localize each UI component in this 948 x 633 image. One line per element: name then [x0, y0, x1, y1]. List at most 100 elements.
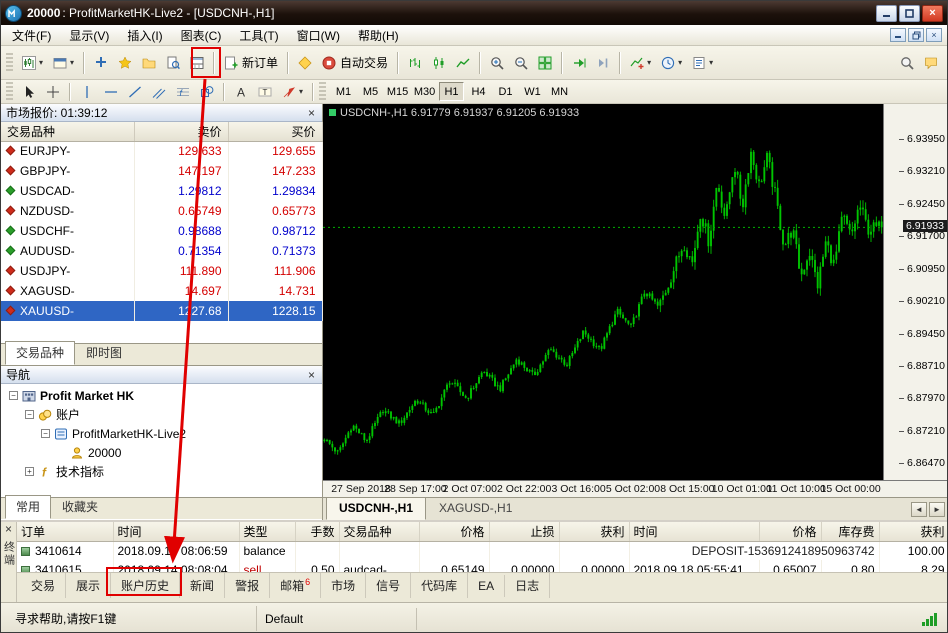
market-watch-row[interactable]: AUDUSD-0.713540.71373	[1, 241, 322, 261]
collapse-minus-icon[interactable]: −	[9, 391, 18, 400]
navigator-close-icon[interactable]: ×	[306, 369, 317, 381]
timeframe-d1-button[interactable]: D1	[493, 82, 518, 101]
market-watch-tab-交易品种[interactable]: 交易品种	[5, 341, 75, 365]
market-watch-row[interactable]: USDJPY-111.890111.906	[1, 261, 322, 281]
market-watch-column-header[interactable]: 交易品种	[1, 122, 134, 141]
favorites-button[interactable]	[114, 51, 136, 75]
new-order-button[interactable]: 新订单	[220, 51, 282, 75]
navigator-button[interactable]	[138, 51, 160, 75]
window-minimize-button[interactable]	[876, 5, 897, 22]
terminal-tab-日志[interactable]: 日志	[505, 573, 550, 598]
vertical-line-button[interactable]	[76, 82, 98, 102]
terminal-tab-市场[interactable]: 市场	[321, 573, 366, 598]
crosshair-button[interactable]	[42, 82, 64, 102]
timeframe-m1-button[interactable]: M1	[331, 82, 356, 101]
terminal-column-header[interactable]: 订单	[17, 522, 113, 541]
community-button[interactable]	[920, 51, 942, 75]
indicators-button[interactable]: ▾	[626, 51, 655, 75]
menu-item-6[interactable]: 帮助(H)	[349, 25, 408, 46]
terminal-column-header[interactable]: 库存费	[821, 522, 879, 541]
auto-scroll-button[interactable]	[568, 51, 590, 75]
timeframe-h4-button[interactable]: H4	[466, 82, 491, 101]
market-watch-row[interactable]: XAGUSD-14.69714.731	[1, 281, 322, 301]
zoom-out-button[interactable]	[510, 51, 532, 75]
navigator-node[interactable]: −Profit Market HK	[1, 386, 322, 405]
terminal-column-header[interactable]: 价格	[419, 522, 489, 541]
chart-tab-USDCNH-,H1[interactable]: USDCNH-,H1	[326, 497, 426, 520]
text-label-button[interactable]: T	[254, 82, 276, 102]
autotrading-button[interactable]: 自动交易	[318, 51, 392, 75]
search-button[interactable]	[896, 51, 918, 75]
arrows-button[interactable]: ▾	[278, 82, 307, 102]
timeframe-h1-button[interactable]: H1	[439, 82, 464, 101]
chart-restore-button[interactable]	[908, 28, 924, 42]
chart-close-button[interactable]: ×	[926, 28, 942, 42]
terminal-close-icon[interactable]: ×	[3, 523, 14, 535]
navigator-tab-收藏夹[interactable]: 收藏夹	[51, 495, 109, 519]
candle-chart-button[interactable]	[428, 51, 450, 75]
equidistant-channel-button[interactable]	[148, 82, 170, 102]
terminal-row[interactable]: 34106142018.09.14 08:06:59balanceDEPOSIT…	[17, 541, 947, 560]
shapes-button[interactable]	[196, 82, 218, 102]
bar-chart-button[interactable]	[404, 51, 426, 75]
menu-item-5[interactable]: 窗口(W)	[288, 25, 349, 46]
chart-tab-XAGUSD-,H1[interactable]: XAGUSD-,H1	[426, 497, 525, 520]
timeframe-w1-button[interactable]: W1	[520, 82, 545, 101]
terminal-column-header[interactable]: 时间	[113, 522, 239, 541]
collapse-minus-icon[interactable]: −	[41, 429, 50, 438]
market-watch-row[interactable]: GBPJPY-147.197147.233	[1, 161, 322, 181]
terminal-tab-交易[interactable]: 交易	[21, 573, 66, 598]
terminal-column-header[interactable]: 获利	[559, 522, 629, 541]
terminal-row[interactable]: 34106152018.09.14 08:08:04sell0.50audcad…	[17, 560, 947, 572]
window-close-button[interactable]: ×	[922, 5, 943, 22]
zoom-in-button[interactable]	[486, 51, 508, 75]
fibonacci-button[interactable]: f	[172, 82, 194, 102]
terminal-tab-展示[interactable]: 展示	[66, 573, 111, 598]
horizontal-line-button[interactable]	[100, 82, 122, 102]
terminal-column-header[interactable]: 交易品种	[339, 522, 419, 541]
navigator-node[interactable]: +f技术指标	[1, 462, 322, 481]
metaeditor-button[interactable]	[294, 51, 316, 75]
navigator-node[interactable]: −ProfitMarketHK-Live2	[1, 424, 322, 443]
market-watch-close-icon[interactable]: ×	[306, 107, 317, 119]
indicators-dropdown-icon[interactable]: ▾	[647, 58, 651, 67]
market-watch-row[interactable]: XAUUSD-1227.681228.15	[1, 301, 322, 321]
arrows-dropdown-icon[interactable]: ▾	[299, 87, 303, 96]
terminal-tab-账户历史[interactable]: 账户历史	[111, 573, 180, 598]
navigator-node[interactable]: −账户	[1, 405, 322, 424]
market-watch-tab-即时图[interactable]: 即时图	[75, 341, 133, 365]
periods-dropdown-icon[interactable]: ▾	[678, 58, 682, 67]
terminal-tab-邮箱[interactable]: 邮箱6	[270, 573, 321, 598]
chart-shift-button[interactable]	[592, 51, 614, 75]
periods-button[interactable]: ▾	[657, 51, 686, 75]
trend-line-button[interactable]	[124, 82, 146, 102]
market-watch-row[interactable]: USDCHF-0.986880.98712	[1, 221, 322, 241]
market-watch-row[interactable]: NZDUSD-0.657490.65773	[1, 201, 322, 221]
terminal-column-header[interactable]: 止损	[489, 522, 559, 541]
templates-dropdown-icon[interactable]: ▾	[709, 58, 713, 67]
window-maximize-button[interactable]	[899, 5, 920, 22]
new-chart-button[interactable]: ▾	[18, 51, 47, 75]
chart-minimize-button[interactable]	[890, 28, 906, 42]
templates-button[interactable]: ▾	[688, 51, 717, 75]
menu-item-2[interactable]: 插入(I)	[118, 25, 171, 46]
text-button[interactable]: A	[230, 82, 252, 102]
scroll-right-icon[interactable]: ►	[929, 502, 945, 517]
terminal-column-header[interactable]: 类型	[239, 522, 295, 541]
price-scale[interactable]: 6.939506.932106.924506.917006.909506.902…	[883, 104, 948, 480]
timeframe-mn-button[interactable]: MN	[547, 82, 572, 101]
terminal-tab-新闻[interactable]: 新闻	[180, 573, 225, 598]
terminal-column-header[interactable]: 时间	[629, 522, 759, 541]
scroll-left-icon[interactable]: ◄	[911, 502, 927, 517]
collapse-minus-icon[interactable]: −	[25, 410, 34, 419]
new-chart-dropdown-icon[interactable]: ▾	[39, 58, 43, 67]
terminal-tab-信号[interactable]: 信号	[366, 573, 411, 598]
cursor-button[interactable]	[18, 82, 40, 102]
terminal-toggle-button[interactable]	[186, 51, 208, 75]
timeframe-m5-button[interactable]: M5	[358, 82, 383, 101]
menu-item-0[interactable]: 文件(F)	[3, 25, 60, 46]
terminal-tab-EA[interactable]: EA	[468, 575, 505, 597]
terminal-column-header[interactable]: 价格	[759, 522, 821, 541]
time-axis[interactable]: 27 Sep 201828 Sep 17:002 Oct 07:002 Oct …	[323, 480, 948, 497]
navigator-node[interactable]: 20000	[1, 443, 322, 462]
